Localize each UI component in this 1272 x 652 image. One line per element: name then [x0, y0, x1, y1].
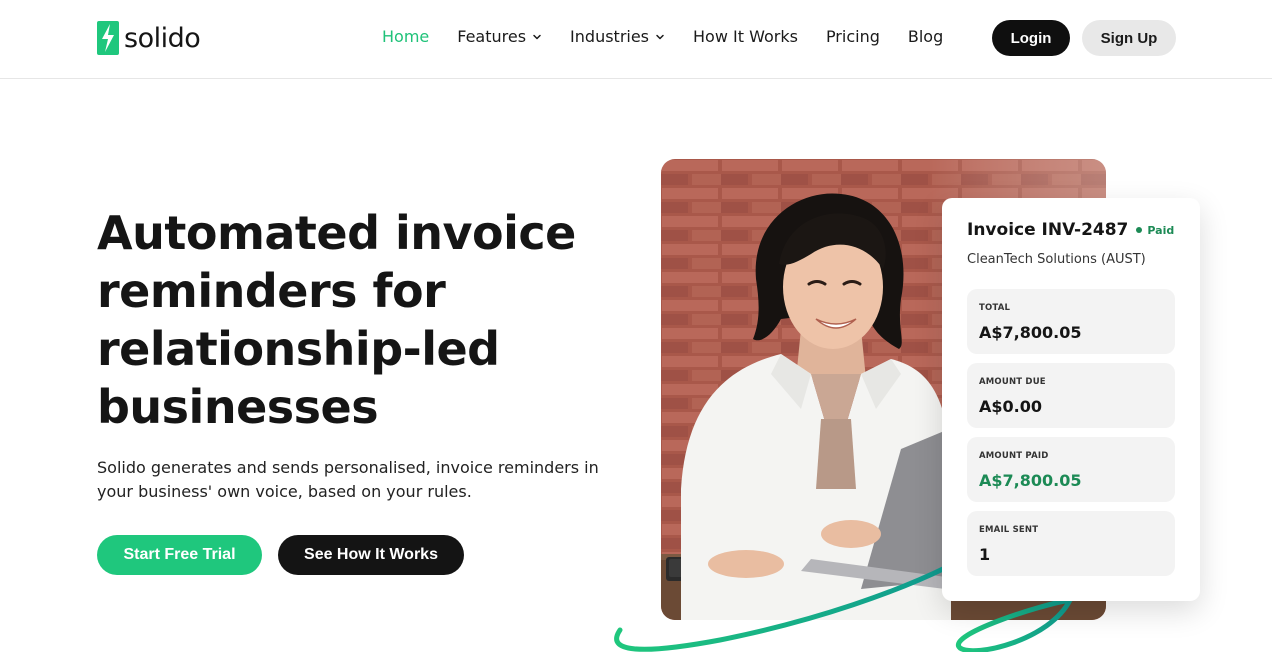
solido-logo-icon	[97, 21, 119, 55]
signup-button[interactable]: Sign Up	[1082, 20, 1176, 56]
nav-item-label: Pricing	[825, 27, 880, 46]
invoice-company: CleanTech Solutions (AUST)	[967, 252, 1146, 267]
nav-item-label: Features	[457, 27, 527, 46]
invoice-card: Invoice INV-2487 Paid CleanTech Solution…	[942, 198, 1200, 601]
nav-item-label: Home	[382, 27, 430, 46]
stat-value: A$7,800.05	[979, 323, 1082, 342]
status-dot-icon	[1136, 227, 1143, 233]
nav-item-industries[interactable]: Industries	[570, 26, 665, 48]
invoice-header: Invoice INV-2487 Paid	[967, 220, 1174, 240]
hero-subtitle: Solido generates and sends personalised,…	[97, 458, 599, 501]
stat-label: EMAIL SENT	[979, 525, 1039, 535]
nav-item-home[interactable]: Home	[382, 26, 429, 48]
stat-value: 1	[979, 545, 991, 564]
stat-value: A$7,800.05	[979, 471, 1082, 490]
invoice-title: Invoice INV-2487	[967, 220, 1129, 240]
hero-title: Automated invoice reminders for relation…	[97, 206, 576, 434]
main-nav: Home Features Industries How It Works Pr…	[382, 26, 943, 48]
status-label: Paid	[1147, 223, 1175, 237]
stat-label: TOTAL	[979, 303, 1011, 313]
brand-logo[interactable]: solido	[97, 21, 201, 55]
start-free-trial-button[interactable]: Start Free Trial	[97, 535, 262, 575]
chevron-down-icon	[533, 34, 541, 40]
nav-item-label: Industries	[570, 27, 650, 46]
stat-value: A$0.00	[979, 397, 1042, 416]
nav-item-how-it-works[interactable]: How It Works	[693, 26, 798, 48]
status-badge: Paid	[1136, 224, 1174, 237]
stat-label: AMOUNT PAID	[979, 451, 1049, 461]
stat-amount-paid: AMOUNT PAID A$7,800.05	[967, 437, 1175, 502]
nav-item-blog[interactable]: Blog	[908, 26, 943, 48]
stat-total: TOTAL A$7,800.05	[967, 289, 1175, 354]
site-header: solido Home Features Industries How It W…	[0, 0, 1272, 79]
nav-item-label: Blog	[907, 27, 944, 46]
nav-item-pricing[interactable]: Pricing	[826, 26, 880, 48]
brand-name: solido	[124, 22, 201, 54]
stat-email-sent: EMAIL SENT 1	[967, 511, 1175, 576]
stat-label: AMOUNT DUE	[979, 377, 1046, 387]
see-how-it-works-button[interactable]: See How It Works	[278, 535, 464, 575]
nav-item-label: How It Works	[693, 27, 798, 46]
chevron-down-icon	[656, 34, 664, 40]
stat-amount-due: AMOUNT DUE A$0.00	[967, 363, 1175, 428]
nav-item-features[interactable]: Features	[457, 26, 542, 48]
login-button[interactable]: Login	[992, 20, 1070, 56]
